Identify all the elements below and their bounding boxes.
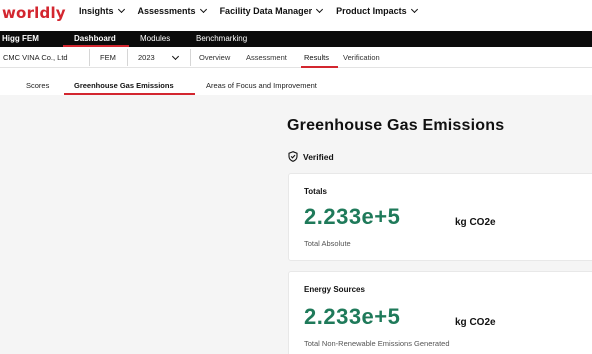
menu-assessments[interactable]: Assessments [137, 5, 207, 16]
context-bar: CMC VINA Co., Ltd FEM 2023 Overview Asse… [0, 47, 592, 68]
chevron-down-icon[interactable] [171, 52, 180, 61]
top-navigation: worldly Insights Assessments Facility Da… [0, 0, 592, 31]
module-selector[interactable]: FEM [100, 53, 116, 62]
menu-label: Assessments [137, 6, 196, 16]
verified-badge: Verified [288, 151, 334, 162]
emissions-unit: kg CO2e [455, 217, 496, 228]
shield-check-icon [288, 151, 298, 162]
verified-label: Verified [303, 151, 334, 162]
menu-product-impacts[interactable]: Product Impacts [336, 5, 418, 16]
chevron-down-icon [117, 5, 125, 14]
emissions-unit: kg CO2e [455, 317, 496, 328]
card-title: Energy Sources [304, 285, 365, 294]
menu-facility-data-manager[interactable]: Facility Data Manager [219, 5, 324, 16]
card-title: Totals [304, 187, 327, 196]
emissions-value: 2.233e+5 [304, 204, 401, 229]
tab-overview[interactable]: Overview [199, 53, 230, 62]
tab-dashboard[interactable]: Dashboard [74, 34, 116, 43]
tab-results[interactable]: Results [304, 53, 329, 62]
tab-areas-of-focus[interactable]: Areas of Focus and Improvement [206, 81, 317, 90]
tab-benchmarking[interactable]: Benchmarking [196, 34, 247, 43]
menu-label: Facility Data Manager [219, 6, 313, 16]
facility-selector[interactable]: CMC VINA Co., Ltd [3, 53, 68, 62]
tab-modules[interactable]: Modules [140, 34, 170, 43]
tab-greenhouse-gas-emissions[interactable]: Greenhouse Gas Emissions [74, 81, 174, 90]
top-menu: Insights Assessments Facility Data Manag… [79, 5, 431, 16]
menu-label: Insights [79, 6, 114, 16]
energy-sources-card: Energy Sources 2.233e+5 kg CO2e Total No… [288, 271, 592, 354]
divider [89, 49, 90, 66]
main-content: Greenhouse Gas Emissions Verified Totals… [0, 95, 592, 354]
module-bar: Higg FEM Dashboard Modules Benchmarking [0, 31, 592, 47]
menu-label: Product Impacts [336, 6, 407, 16]
card-caption: Total Absolute [304, 239, 351, 248]
divider [127, 49, 128, 66]
menu-insights[interactable]: Insights [79, 5, 125, 16]
year-selector[interactable]: 2023 [138, 53, 155, 62]
tab-assessment[interactable]: Assessment [246, 53, 287, 62]
emissions-value: 2.233e+5 [304, 304, 401, 329]
page-title: Greenhouse Gas Emissions [287, 117, 505, 134]
module-brand: Higg FEM [2, 34, 39, 43]
chevron-down-icon [410, 5, 418, 14]
chevron-down-icon [199, 5, 207, 14]
results-tabs: Scores Greenhouse Gas Emissions Areas of… [0, 68, 592, 95]
worldly-logo[interactable]: worldly [2, 4, 66, 22]
totals-card: Totals 2.233e+5 kg CO2e Total Absolute [288, 173, 592, 261]
divider [190, 49, 191, 66]
card-caption: Total Non-Renewable Emissions Generated [304, 339, 450, 348]
tab-scores[interactable]: Scores [26, 81, 49, 90]
tab-verification[interactable]: Verification [343, 53, 380, 62]
chevron-down-icon [316, 5, 324, 14]
